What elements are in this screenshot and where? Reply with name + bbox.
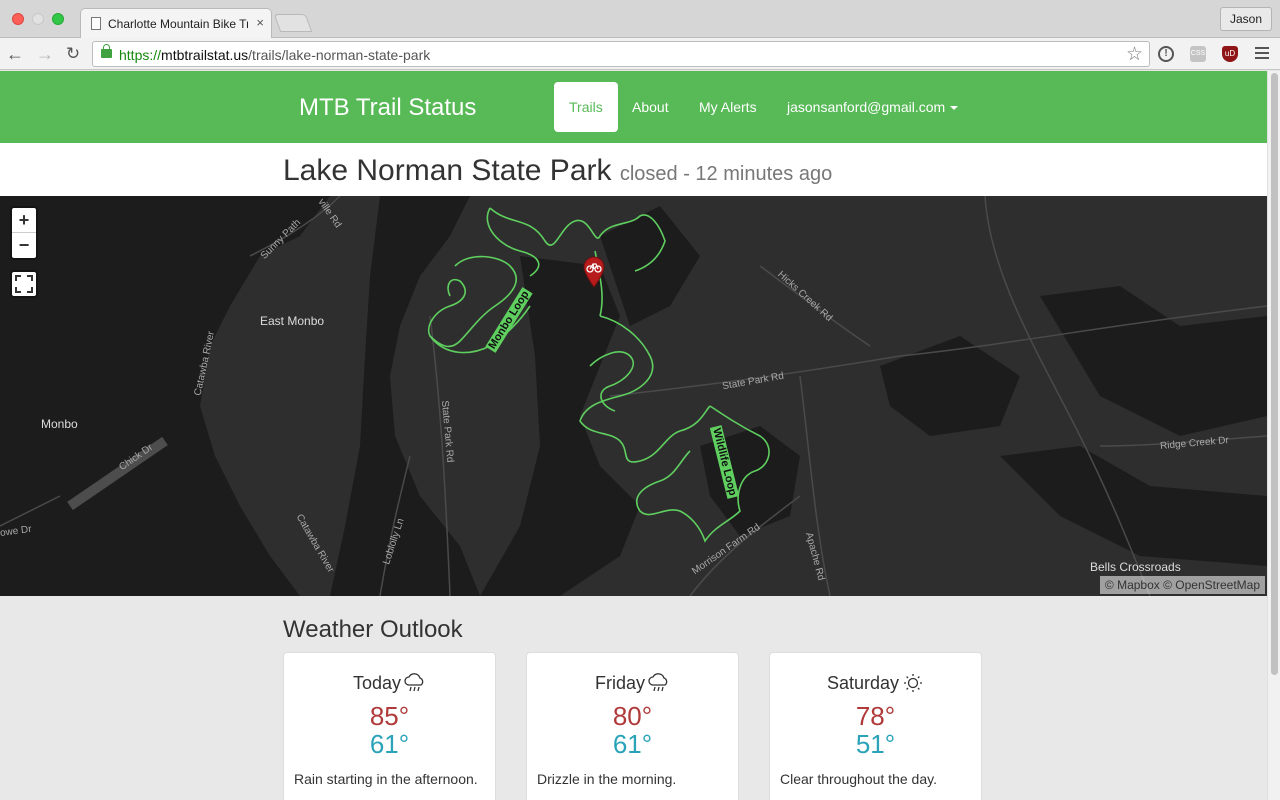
url-scheme: https:// xyxy=(119,47,162,63)
new-tab-button[interactable] xyxy=(273,14,313,32)
weather-summary: Clear throughout the day. xyxy=(780,771,937,787)
weather-summary: Drizzle in the morning. xyxy=(537,771,677,787)
browser-toolbar: ← → ↻ https://mtbtrailstat.us/trails/lak… xyxy=(0,38,1280,70)
minimize-window-button[interactable] xyxy=(32,13,44,25)
browser-tab[interactable]: Charlotte Mountain Bike Tra × xyxy=(80,8,272,38)
map-basemap xyxy=(0,196,1267,596)
map-attribution[interactable]: © Mapbox © OpenStreetMap xyxy=(1099,576,1265,594)
low-temp: 51° xyxy=(855,729,896,759)
lock-icon xyxy=(101,44,112,58)
trail-title: Lake Norman State Park closed - 12 minut… xyxy=(283,154,832,188)
rain-icon xyxy=(648,673,668,692)
map-label-bells-crossroads: Bells Crossroads xyxy=(1090,560,1181,574)
page-scrollbar[interactable] xyxy=(1267,71,1280,800)
address-bar[interactable]: https://mtbtrailstat.us/trails/lake-norm… xyxy=(92,41,1150,67)
weather-card-saturday: Saturday 78° 51° Clear throughout the da… xyxy=(769,652,982,800)
bike-marker-icon[interactable] xyxy=(582,256,606,288)
fullscreen-icon xyxy=(15,275,33,293)
url-host: mtbtrailstat.us xyxy=(161,47,249,63)
tab-title: Charlotte Mountain Bike Tra xyxy=(108,17,248,31)
low-temp: 61° xyxy=(612,729,653,759)
brand-logo[interactable]: MTB Trail Status xyxy=(299,94,476,122)
trail-header: Lake Norman State Park closed - 12 minut… xyxy=(0,143,1267,196)
weather-card-today: Today 85° 61° Rain starting in the after… xyxy=(283,652,496,800)
high-temp: 78° xyxy=(855,701,896,731)
day-label: Friday xyxy=(594,673,645,693)
zoom-out-button[interactable]: − xyxy=(12,233,36,258)
weather-card-friday: Friday 80° 61° Drizzle in the morning. xyxy=(526,652,739,800)
browser-menu-icon[interactable] xyxy=(1255,47,1269,61)
trail-status: closed - 12 minutes ago xyxy=(619,163,833,185)
caret-down-icon xyxy=(950,106,959,111)
info-extension-icon[interactable]: ! xyxy=(1158,46,1174,62)
map-label-east-monbo: East Monbo xyxy=(260,314,325,328)
css-extension-icon[interactable]: CSS xyxy=(1190,46,1206,62)
bookmark-star-icon[interactable]: ☆ xyxy=(1126,43,1143,66)
user-menu-dropdown[interactable]: jasonsanford@gmail.com xyxy=(787,82,959,132)
forward-button[interactable]: → xyxy=(34,43,56,65)
scrollbar-thumb[interactable] xyxy=(1271,73,1278,675)
fullscreen-button[interactable] xyxy=(10,270,38,298)
url-path: /trails/lake-norman-state-park xyxy=(248,47,431,63)
map-label-monbo: Monbo xyxy=(41,417,78,431)
ublock-extension-icon[interactable]: uD xyxy=(1222,46,1238,62)
reload-button[interactable]: ↻ xyxy=(62,43,84,65)
weather-day: Saturday xyxy=(770,673,981,694)
url-text[interactable]: https://mtbtrailstat.us/trails/lake-norm… xyxy=(119,47,430,63)
nav-trails[interactable]: Trails xyxy=(554,82,618,132)
tab-close-icon[interactable]: × xyxy=(256,15,264,30)
high-temp: 85° xyxy=(369,701,410,731)
rain-icon xyxy=(404,673,424,692)
nav-my-alerts[interactable]: My Alerts xyxy=(699,82,757,132)
weather-day: Today xyxy=(284,673,495,694)
browser-titlebar: Charlotte Mountain Bike Tra × Jason xyxy=(0,0,1280,38)
day-label: Today xyxy=(352,673,402,693)
sun-icon xyxy=(904,674,923,692)
day-label: Saturday xyxy=(826,673,900,693)
back-button[interactable]: ← xyxy=(4,43,26,65)
user-email: jasonsanford@gmail.com xyxy=(787,99,946,115)
weather-day: Friday xyxy=(527,673,738,694)
zoom-in-button[interactable]: + xyxy=(12,208,36,233)
profile-button[interactable]: Jason xyxy=(1219,7,1272,31)
high-temp: 80° xyxy=(612,701,653,731)
nav-about[interactable]: About xyxy=(632,82,669,132)
weather-title: Weather Outlook xyxy=(283,616,463,643)
weather-summary: Rain starting in the afternoon. xyxy=(294,771,478,787)
maximize-window-button[interactable] xyxy=(52,13,64,25)
low-temp: 61° xyxy=(369,729,410,759)
site-navbar: MTB Trail Status Trails About My Alerts … xyxy=(0,71,1267,143)
trail-name: Lake Norman State Park xyxy=(283,154,612,187)
close-window-button[interactable] xyxy=(12,13,24,25)
page-icon xyxy=(91,17,101,30)
trail-map[interactable]: East Monbo Monbo Sunny Path ville Rd Hic… xyxy=(0,196,1267,596)
zoom-control: + − xyxy=(10,206,38,260)
